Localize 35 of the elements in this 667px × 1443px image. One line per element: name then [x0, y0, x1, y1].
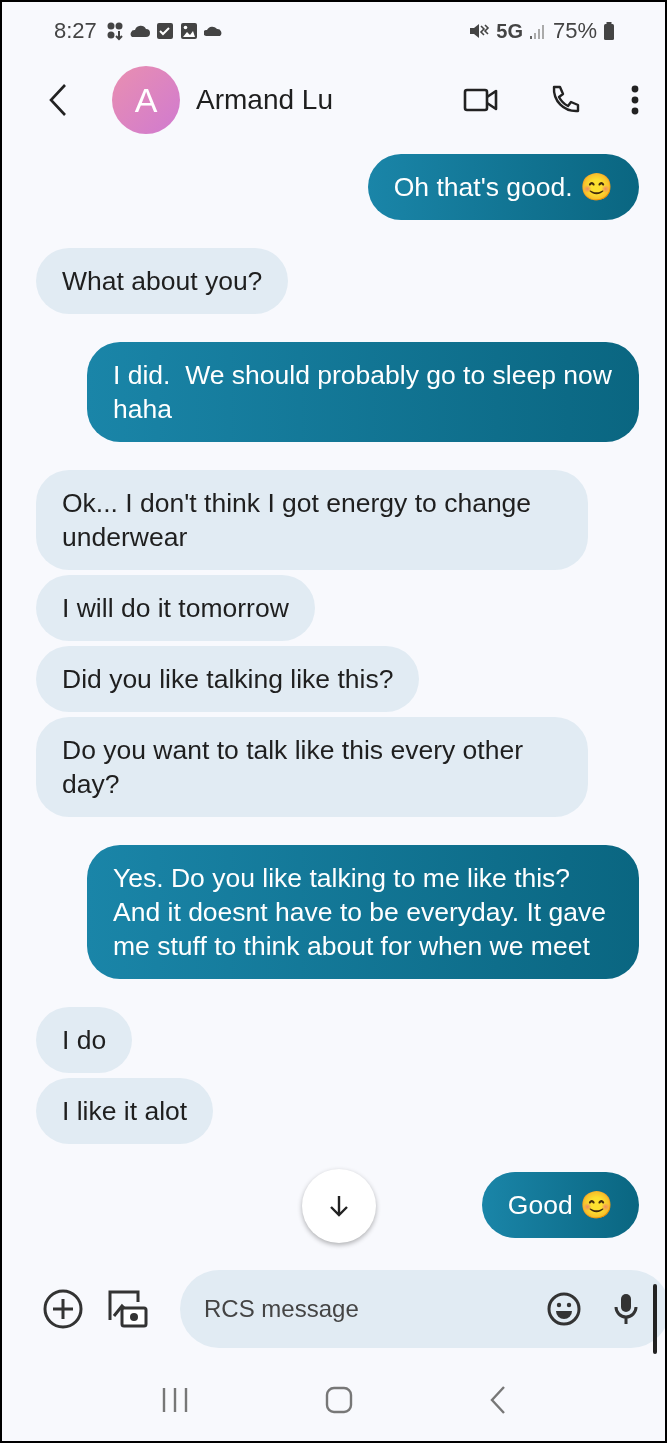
- video-call-icon[interactable]: [463, 87, 499, 113]
- network-label: 5G: [496, 19, 523, 43]
- message-bubble[interactable]: Did you like talking like this?: [36, 646, 420, 712]
- checkbox-icon: [155, 22, 174, 40]
- emoji-icon[interactable]: [546, 1291, 582, 1327]
- more-options-icon[interactable]: [631, 85, 639, 115]
- message-bubble[interactable]: I do: [36, 1007, 133, 1073]
- message-bubble[interactable]: I like it alot: [36, 1078, 214, 1144]
- battery-icon: [603, 21, 615, 41]
- scrollbar[interactable]: [653, 1284, 657, 1354]
- arrow-down-icon: [328, 1194, 350, 1218]
- back-button[interactable]: [48, 83, 68, 117]
- message-bubble[interactable]: Do you want to talk like this every other day?: [36, 717, 588, 817]
- microphone-icon[interactable]: [612, 1291, 640, 1327]
- message-bubble[interactable]: Ok... I don't think I got energy to change underwear: [36, 470, 588, 570]
- status-time: 8:27: [54, 18, 97, 44]
- contact-name[interactable]: Armand Lu: [196, 84, 333, 116]
- add-icon[interactable]: [42, 1288, 84, 1330]
- gallery-camera-icon[interactable]: [106, 1288, 148, 1330]
- cloud-icon: [203, 25, 224, 37]
- mute-icon: [468, 21, 491, 41]
- download-icon: [106, 21, 124, 41]
- message-bubble[interactable]: Good 😊: [481, 1172, 639, 1238]
- message-bubble[interactable]: I will do it tomorrow: [36, 575, 315, 641]
- message-bubble[interactable]: Yes. Do you like talking to me like this? And it doesnt have to be everyday. It gave me stuff to think about for when we meet: [87, 845, 639, 979]
- message-bubble[interactable]: Oh that's good. 😊: [367, 154, 639, 220]
- message-bubble[interactable]: What about you?: [36, 248, 289, 314]
- message-input-field[interactable]: RCS message: [202, 1294, 516, 1324]
- home-button[interactable]: [325, 1386, 354, 1414]
- signal-icon: [528, 22, 547, 40]
- back-nav-button[interactable]: [489, 1385, 508, 1415]
- image-icon: [179, 22, 198, 40]
- battery-percent: 75%: [552, 18, 597, 44]
- message-bubble[interactable]: I did. We should probably go to sleep now haha: [87, 342, 639, 442]
- cloud-icon: [129, 24, 150, 38]
